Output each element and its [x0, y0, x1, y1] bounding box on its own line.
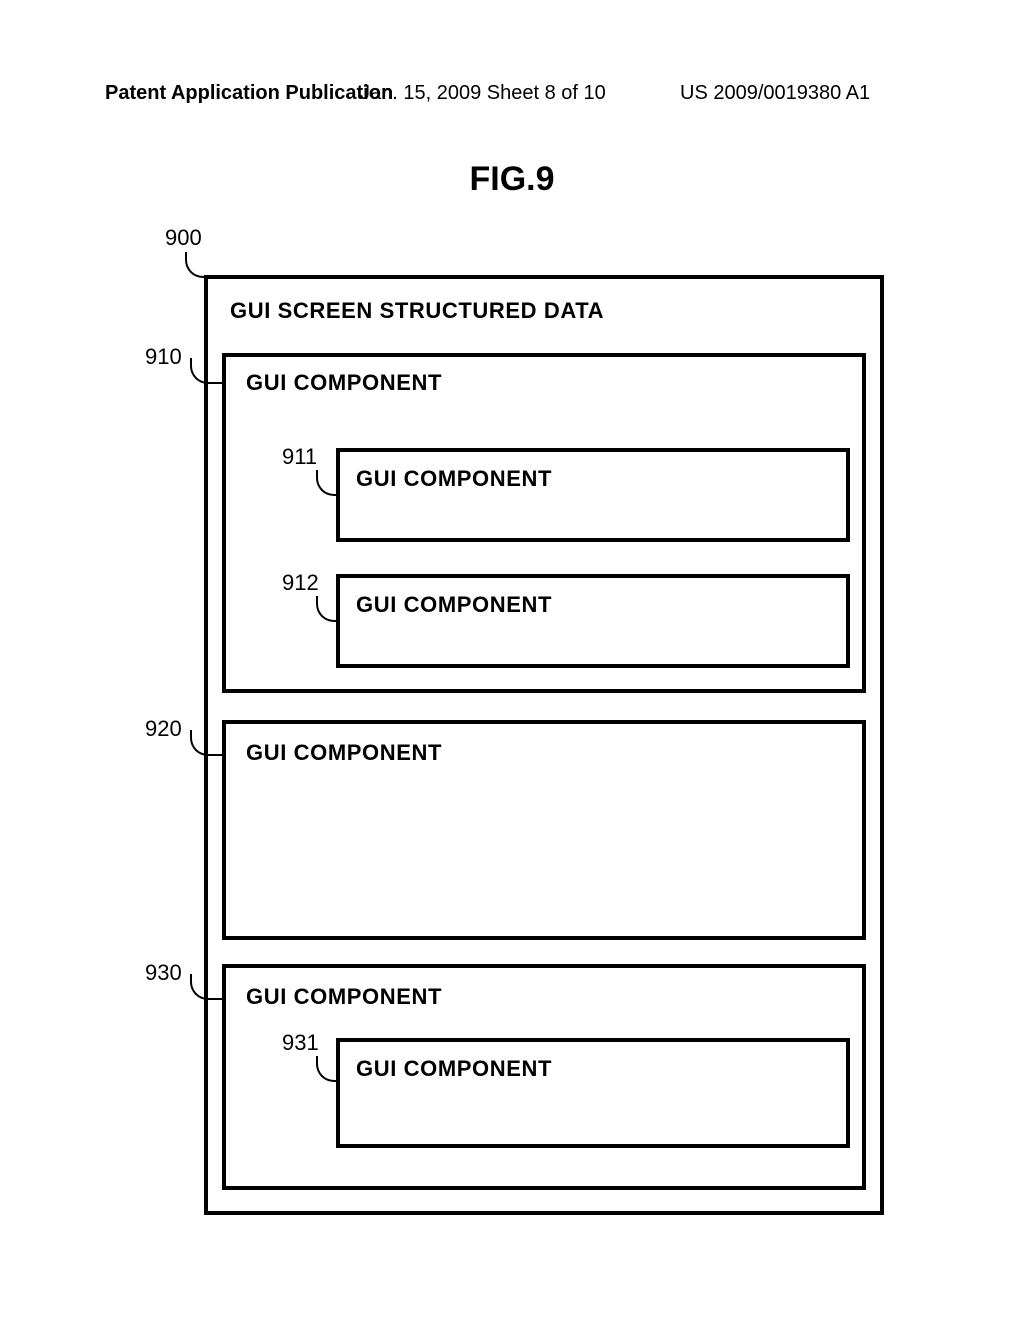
leader-920	[190, 730, 222, 756]
ref-920: 920	[145, 716, 182, 742]
ref-900: 900	[165, 225, 202, 251]
label-931: GUI COMPONENT	[356, 1056, 552, 1082]
ref-911: 911	[282, 444, 317, 470]
ref-910: 910	[145, 344, 182, 370]
label-912: GUI COMPONENT	[356, 592, 552, 618]
box-931	[336, 1038, 850, 1148]
label-920: GUI COMPONENT	[246, 740, 442, 766]
header-date-sheet: Jan. 15, 2009 Sheet 8 of 10	[360, 82, 606, 105]
box-911	[336, 448, 850, 542]
box-912	[336, 574, 850, 668]
leader-910	[190, 358, 222, 384]
figure-title: FIG.9	[0, 160, 1024, 199]
header-pubnumber: US 2009/0019380 A1	[680, 82, 870, 105]
leader-930	[190, 974, 222, 1000]
label-930: GUI COMPONENT	[246, 984, 442, 1010]
page: Patent Application Publication Jan. 15, …	[0, 0, 1024, 1320]
ref-931: 931	[282, 1030, 319, 1056]
label-900: GUI SCREEN STRUCTURED DATA	[230, 298, 604, 324]
header-publication: Patent Application Publication	[105, 82, 393, 105]
ref-912: 912	[282, 570, 319, 596]
label-911: GUI COMPONENT	[356, 466, 552, 492]
ref-930: 930	[145, 960, 182, 986]
label-910: GUI COMPONENT	[246, 370, 442, 396]
